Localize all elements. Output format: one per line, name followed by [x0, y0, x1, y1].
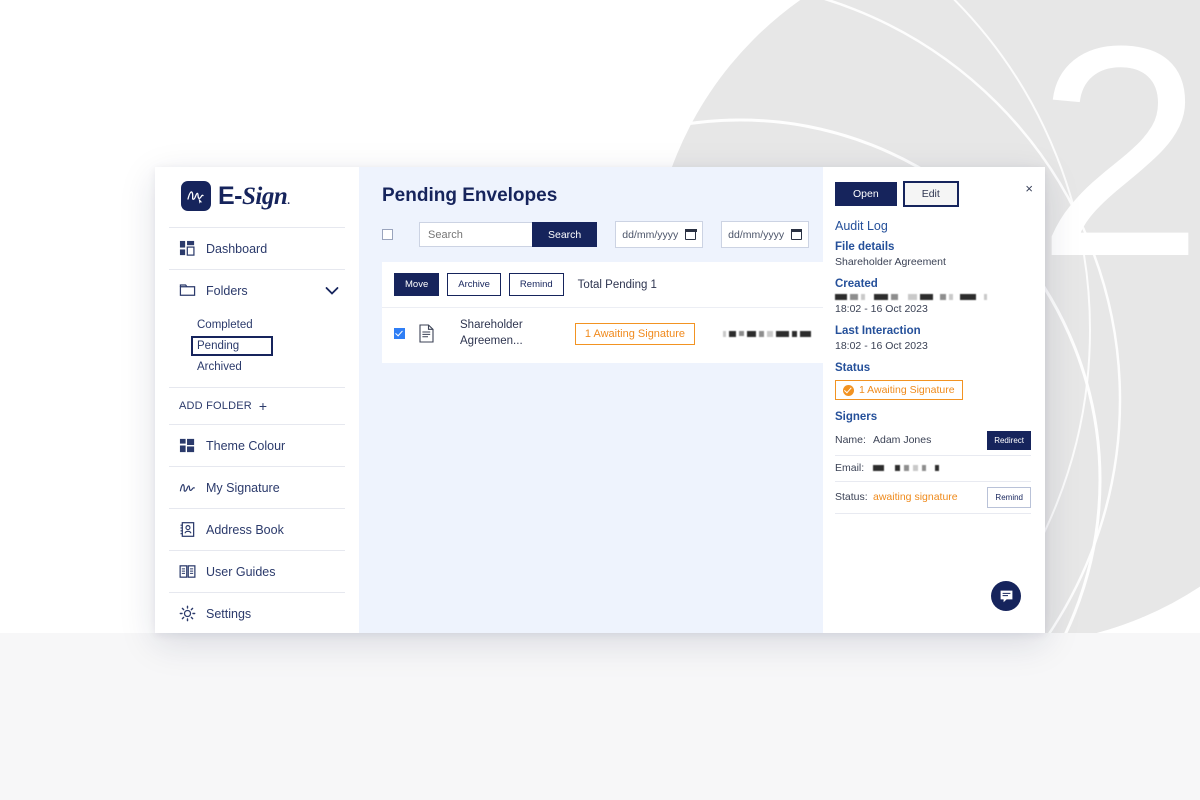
signer-remind-button[interactable]: Remind: [987, 486, 1031, 508]
signer-name-row: Name: Adam Jones Redirect: [835, 426, 1031, 456]
date-to-input[interactable]: dd/mm/yyyy: [721, 221, 809, 248]
sidebar-item-folders[interactable]: Folders: [169, 269, 345, 311]
close-icon[interactable]: ×: [1025, 182, 1033, 195]
archive-button[interactable]: Archive: [447, 273, 501, 296]
search-input[interactable]: [419, 222, 532, 247]
background-bottom-band: [0, 633, 1200, 800]
sidebar-item-label: My Signature: [206, 480, 280, 495]
sidebar-item-label: User Guides: [206, 564, 276, 579]
last-interaction-heading: Last Interaction: [835, 325, 921, 337]
row-checkbox[interactable]: [394, 328, 405, 340]
logo-dot: .: [287, 194, 290, 207]
row-document-name: Shareholder Agreemen...: [460, 319, 523, 347]
filter-bar: Search dd/mm/yyyy dd/mm/yyyy: [382, 221, 809, 248]
date-from-value: dd/mm/yyyy: [622, 228, 679, 241]
logo-sign: Sign: [242, 182, 288, 210]
sidebar-item-dashboard[interactable]: Dashboard: [169, 227, 345, 269]
signer-status-value: awaiting signature: [873, 491, 958, 503]
main-content: Pending Envelopes Search dd/mm/yyyy dd/m…: [359, 167, 823, 633]
user-guides-icon: [179, 565, 196, 578]
sidebar-item-settings[interactable]: Settings: [169, 592, 345, 633]
signers-heading: Signers: [835, 410, 878, 423]
folder-sublist: Completed Pending Archived: [169, 311, 345, 381]
signer-email-label: Email:: [835, 462, 865, 474]
chat-bubble-icon: [1000, 590, 1012, 602]
detail-action-buttons: Open Edit: [835, 181, 1031, 207]
envelopes-table: Move Archive Remind Total Pending 1 Shar…: [382, 262, 823, 364]
signer-status-row: Status: awaiting signature Remind: [835, 482, 1031, 514]
page-title: Pending Envelopes: [382, 185, 558, 206]
theme-colour-icon: [179, 438, 195, 453]
chevron-down-icon[interactable]: [325, 286, 339, 296]
total-pending-label: Total Pending 1: [577, 278, 657, 291]
esign-logo-text: E-Sign.: [218, 182, 290, 211]
signer-name-value: Adam Jones: [873, 434, 932, 446]
plus-icon: +: [258, 398, 268, 414]
signer-status-label: Status:: [835, 491, 868, 503]
status-heading: Status: [835, 362, 871, 374]
logo-e: E-: [218, 181, 243, 210]
date-to-value: dd/mm/yyyy: [728, 228, 785, 241]
calendar-icon: [684, 228, 697, 240]
add-folder-label: ADD FOLDER: [179, 400, 252, 412]
signer-name-label: Name:: [835, 434, 866, 446]
chat-launcher-button[interactable]: [991, 581, 1021, 611]
search-button[interactable]: Search: [532, 222, 598, 247]
app-logo[interactable]: E-Sign.: [169, 167, 345, 227]
folder-icon: [179, 284, 196, 296]
sidebar-item-label: Dashboard: [206, 241, 268, 256]
app-window: E-Sign. Dashboard Folders Completed Pend…: [155, 167, 1045, 633]
sidebar-folder-completed[interactable]: Completed: [191, 316, 259, 334]
audit-log-heading: Audit Log: [835, 219, 888, 233]
sidebar-item-label: Settings: [206, 606, 252, 621]
calendar-icon: [790, 228, 803, 240]
gear-icon: [179, 605, 196, 622]
signature-mark-icon: [187, 191, 204, 204]
edit-button[interactable]: Edit: [902, 181, 959, 207]
address-book-icon: [180, 522, 195, 537]
created-redacted-line: [835, 294, 1031, 300]
sidebar-item-label: Address Book: [206, 522, 284, 537]
sidebar-folder-archived[interactable]: Archived: [191, 358, 248, 376]
row-status-badge: 1 Awaiting Signature: [574, 322, 695, 345]
redirect-button[interactable]: Redirect: [987, 430, 1031, 450]
signature-icon: [179, 483, 195, 492]
sidebar-item-user-guides[interactable]: User Guides: [169, 550, 345, 592]
document-icon: [419, 324, 434, 343]
signer-email-redacted: [873, 465, 1031, 471]
open-button[interactable]: Open: [835, 182, 897, 206]
audit-log-panel: × Open Edit Audit Log File details Share…: [823, 167, 1045, 633]
sidebar-item-label: Theme Colour: [206, 438, 286, 453]
status-badge-label: 1 Awaiting Signature: [859, 384, 955, 396]
select-all-checkbox[interactable]: [382, 229, 393, 240]
status-badge: 1 Awaiting Signature: [835, 380, 963, 400]
file-name-value: Shareholder Agreement: [835, 256, 946, 268]
table-row[interactable]: Shareholder Agreemen... 1 Awaiting Signa…: [382, 308, 823, 363]
background-watermark-2: 2: [1037, 0, 1200, 319]
last-interaction-value: 18:02 - 16 Oct 2023: [835, 340, 928, 352]
sidebar-item-label: Folders: [206, 283, 248, 298]
sidebar-item-theme-colour[interactable]: Theme Colour: [169, 424, 345, 466]
sidebar: E-Sign. Dashboard Folders Completed Pend…: [155, 167, 359, 633]
dashboard-icon: [179, 240, 195, 256]
file-details-heading: File details: [835, 241, 895, 253]
date-from-input[interactable]: dd/mm/yyyy: [615, 221, 704, 248]
sidebar-item-my-signature[interactable]: My Signature: [169, 466, 345, 508]
move-button[interactable]: Move: [394, 273, 440, 296]
sidebar-item-address-book[interactable]: Address Book: [169, 508, 345, 550]
esign-logo-mark: [181, 181, 211, 211]
sidebar-folder-pending[interactable]: Pending: [191, 336, 274, 356]
signer-email-row: Email:: [835, 456, 1031, 482]
table-toolbar: Move Archive Remind Total Pending 1: [382, 262, 823, 308]
add-folder-button[interactable]: ADD FOLDER +: [169, 387, 345, 424]
remind-button[interactable]: Remind: [508, 273, 564, 296]
row-redacted-metadata: [723, 330, 811, 337]
created-time-value: 18:02 - 16 Oct 2023: [835, 303, 928, 315]
created-heading: Created: [835, 278, 878, 290]
check-circle-icon: [843, 384, 854, 396]
